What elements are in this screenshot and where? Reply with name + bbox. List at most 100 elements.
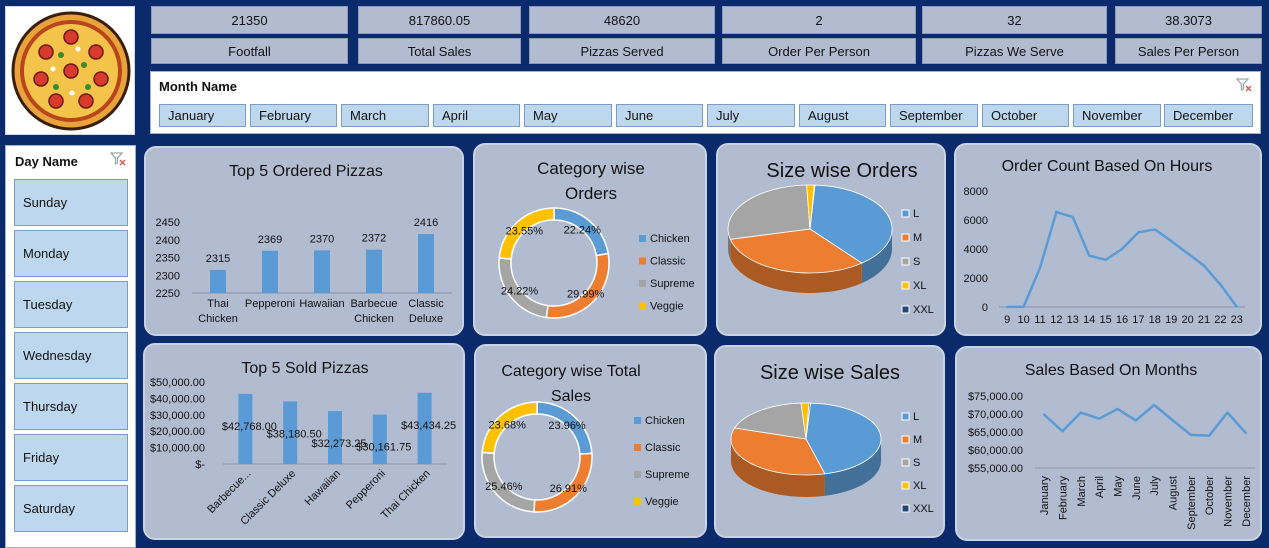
chart-title: Sales Based On Months: [1025, 362, 1198, 379]
month-button-april[interactable]: April: [433, 104, 520, 127]
y-tick-label: $40,000.00: [150, 393, 205, 405]
x-tick-label: September: [1186, 476, 1198, 530]
data-label: 2416: [414, 217, 438, 229]
data-point: [1137, 231, 1140, 234]
kpi-value: 817860.05: [358, 6, 521, 34]
y-tick-label: 2400: [156, 235, 180, 247]
x-tick-label: 18: [1149, 314, 1161, 326]
y-tick-label: 2250: [156, 288, 180, 300]
kpi-value: 48620: [529, 6, 715, 34]
data-point: [1202, 264, 1206, 267]
legend-swatch: [901, 281, 910, 290]
day-button-wednesday[interactable]: Wednesday: [14, 332, 128, 379]
kpi-value: 32: [922, 6, 1107, 34]
data-label: 2370: [310, 233, 334, 245]
data-point: [1038, 266, 1042, 270]
legend-swatch: [901, 435, 910, 444]
x-tick-label: Pepperoni: [245, 298, 295, 310]
kpi-value: 2: [722, 6, 916, 34]
chart-title: Top 5 Ordered Pizzas: [229, 163, 383, 180]
y-tick-label: $30,000.00: [150, 410, 205, 422]
month-button-may[interactable]: May: [524, 104, 612, 127]
legend-label: Veggie: [645, 496, 679, 508]
day-button-thursday[interactable]: Thursday: [14, 383, 128, 430]
day-button-friday[interactable]: Friday: [14, 434, 128, 481]
x-tick-label: May: [1113, 476, 1125, 497]
chart-title: Top 5 Sold Pizzas: [241, 360, 368, 377]
x-tick-label: November: [1223, 476, 1235, 527]
month-button-october[interactable]: October: [982, 104, 1069, 127]
kpi-value: 38.3073: [1115, 6, 1262, 34]
month-button-july[interactable]: July: [707, 104, 795, 127]
y-tick-label: 2300: [156, 270, 180, 282]
chart-title: Category wise: [537, 159, 645, 178]
day-button-sunday[interactable]: Sunday: [14, 179, 128, 226]
category-orders-chart: Category wise Orders 22.24% 29.99% 24.22% 23.…: [498, 159, 695, 319]
data-label: 26.91%: [550, 483, 588, 495]
top5-sold-chart: Top 5 Sold Pizzas $50,000.00 $40,000.00 $30…: [150, 360, 456, 528]
bar: [372, 414, 387, 464]
legend-swatch: [901, 209, 910, 218]
hour-orders-card: Order Count Based On Hours 8000 6000 4000 20…: [954, 143, 1262, 336]
legend-label: Classic: [645, 442, 681, 454]
month-button-september[interactable]: September: [890, 104, 978, 127]
day-slicer-title: Day Name: [15, 154, 78, 169]
x-tick-label: Classic: [408, 298, 444, 310]
month-button-december[interactable]: December: [1164, 104, 1253, 127]
data-label: 29.99%: [567, 289, 605, 301]
x-tick-label: 22: [1214, 314, 1226, 326]
data-point: [1006, 305, 1009, 309]
data-point: [1055, 210, 1058, 214]
y-tick-label: 2000: [964, 273, 988, 285]
data-point: [1088, 254, 1091, 257]
pizza-icon: [11, 11, 131, 131]
month-button-august[interactable]: August: [799, 104, 886, 127]
clear-filter-icon[interactable]: [110, 152, 126, 166]
legend-label: Supreme: [645, 469, 690, 481]
size-orders-card: Size wise Orders L M S XL XXL: [716, 143, 946, 336]
y-tick-label: $-: [195, 459, 205, 471]
data-label: 2369: [258, 234, 282, 246]
day-button-saturday[interactable]: Saturday: [14, 485, 128, 532]
data-point: [1071, 215, 1074, 219]
data-label: $30,161.75: [356, 442, 411, 454]
data-point: [1152, 403, 1156, 407]
day-button-monday[interactable]: Monday: [14, 230, 128, 277]
x-tick-label: Pepperoni: [344, 468, 388, 512]
month-button-november[interactable]: November: [1073, 104, 1161, 127]
data-point: [1219, 283, 1222, 286]
month-sales-chart: Sales Based On Months$75,000.00 $70,000.0…: [968, 362, 1255, 530]
pizza-logo: [5, 6, 135, 135]
legend-swatch: [639, 235, 646, 242]
x-tick-label: 17: [1132, 314, 1144, 326]
data-point: [1207, 434, 1211, 437]
x-tick-label: July: [1149, 476, 1161, 496]
y-tick-label: 0: [982, 302, 988, 314]
data-point: [1170, 239, 1173, 243]
data-label: 23.96%: [548, 420, 586, 432]
data-point: [1120, 247, 1124, 251]
data-point: [1022, 305, 1025, 308]
data-point: [1226, 411, 1229, 414]
day-button-tuesday[interactable]: Tuesday: [14, 281, 128, 328]
legend-swatch: [901, 458, 910, 467]
chart-title: Size wise Orders: [766, 160, 917, 182]
clear-filter-icon[interactable]: [1236, 78, 1252, 92]
data-label: 2315: [206, 253, 230, 265]
size-sales-chart: Size wise Sales LMS XL XXL: [730, 362, 934, 515]
kpi-label: Pizzas We Serve: [922, 38, 1107, 64]
legend-swatch: [639, 257, 646, 265]
month-button-february[interactable]: February: [250, 104, 337, 127]
month-button-june[interactable]: June: [616, 104, 703, 127]
legend-swatch: [634, 444, 641, 451]
month-button-january[interactable]: January: [159, 104, 246, 127]
x-tick-label: Hawaiian: [303, 468, 343, 508]
bar: [314, 250, 330, 293]
x-tick-label: 21: [1198, 314, 1210, 326]
legend-label: Classic: [650, 256, 686, 268]
x-tick-label: 19: [1165, 314, 1177, 326]
legend-swatch: [901, 257, 910, 266]
y-tick-label: $20,000.00: [150, 426, 205, 438]
month-button-march[interactable]: March: [341, 104, 429, 127]
data-point: [1244, 431, 1248, 435]
